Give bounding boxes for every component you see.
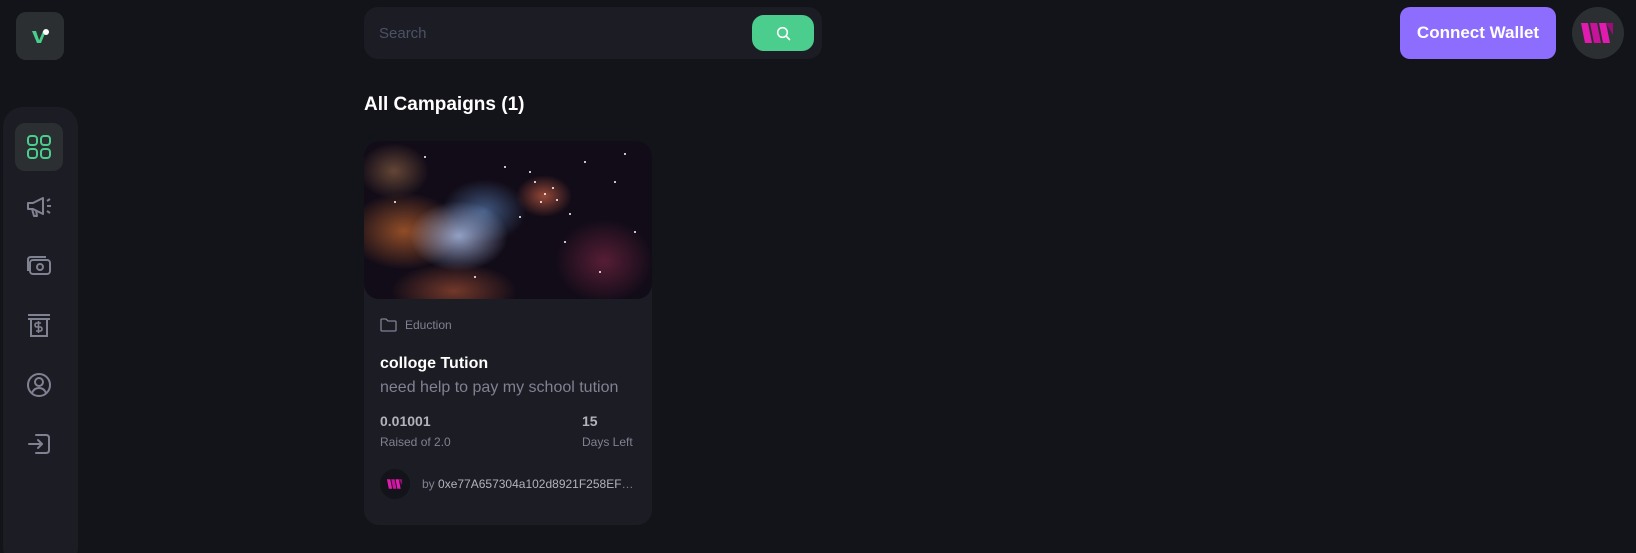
home-logo[interactable] <box>16 12 64 60</box>
raised-label: Raised of 2.0 <box>380 435 451 449</box>
campaign-card[interactable]: Eduction colloge Tution need help to pay… <box>364 141 652 525</box>
search-bar <box>364 7 822 59</box>
page-title: All Campaigns (1) <box>364 94 525 115</box>
owner-text: by 0xe77A657304a102d8921F258EFC2D1EB5 <box>422 477 636 491</box>
days-left-label: Days Left <box>582 435 633 449</box>
sidebar-item-payment[interactable] <box>15 242 63 290</box>
sidebar-item-logout[interactable] <box>15 420 63 468</box>
owner-address: 0xe77A657304a102d8921F258EFC2D1EB5 <box>438 477 636 491</box>
campaign-description: need help to pay my school tution <box>380 379 619 396</box>
search-button[interactable] <box>752 15 814 51</box>
search-icon <box>776 26 790 40</box>
folder-icon <box>380 318 397 332</box>
owner-avatar-icon <box>386 479 403 489</box>
payment-icon <box>27 256 51 275</box>
owner-avatar <box>380 469 410 499</box>
raised-stat: 0.01001 Raised of 2.0 <box>380 413 451 449</box>
sidebar-item-profile[interactable] <box>15 361 63 409</box>
raised-amount: 0.01001 <box>380 413 431 429</box>
profile-avatar[interactable] <box>1572 7 1624 59</box>
withdraw-icon <box>28 314 50 337</box>
sidebar-item-withdraw[interactable] <box>15 301 63 349</box>
profile-icon <box>27 373 51 397</box>
campaign-category: Eduction <box>380 315 636 335</box>
owner-prefix: by <box>422 477 435 491</box>
search-input[interactable] <box>379 24 752 42</box>
logout-icon <box>28 434 50 454</box>
connect-wallet-button[interactable]: Connect Wallet <box>1400 7 1556 59</box>
user-avatar-icon <box>1581 23 1613 43</box>
campaign-image <box>364 141 652 299</box>
days-left-stat: 15 Days Left <box>582 413 636 449</box>
dashboard-icon <box>27 135 51 159</box>
campaign-title: colloge Tution <box>380 355 489 372</box>
sidebar-item-campaign[interactable] <box>15 182 63 230</box>
sidebar <box>3 107 78 553</box>
sidebar-item-dashboard[interactable] <box>15 123 63 171</box>
campaign-owner: by 0xe77A657304a102d8921F258EFC2D1EB5 <box>380 469 636 499</box>
category-label: Eduction <box>405 318 452 332</box>
days-left-value: 15 <box>582 413 598 429</box>
brand-logo-icon <box>32 29 49 43</box>
campaign-megaphone-icon <box>27 197 51 217</box>
